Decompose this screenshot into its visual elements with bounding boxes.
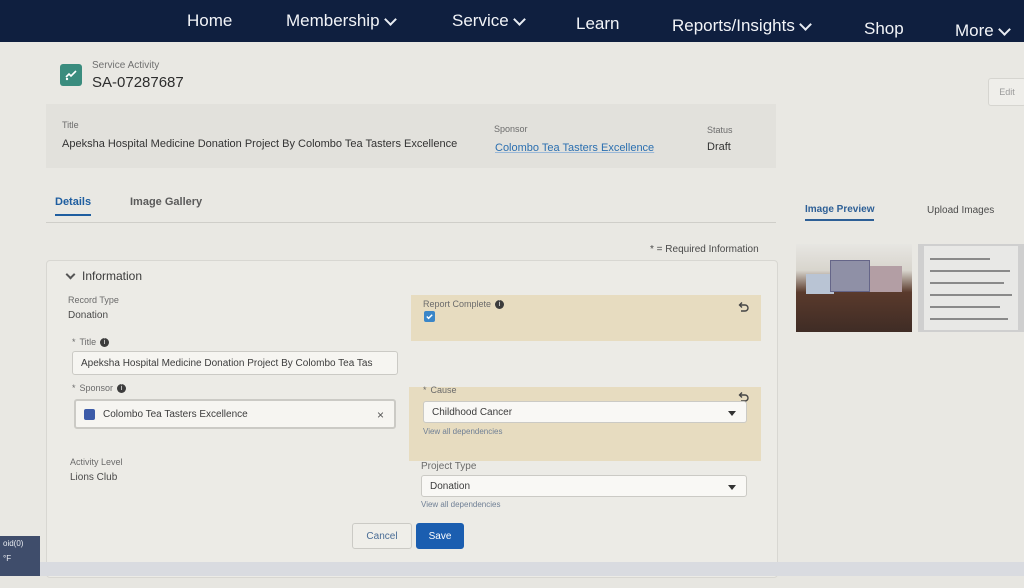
title-field-label: * Title i (72, 337, 110, 347)
sponsor-field-text: Sponsor (79, 383, 114, 393)
nav-item-more[interactable]: More (955, 21, 1011, 41)
information-section: Information Record Type Donation Report … (46, 260, 778, 578)
project-type-view-dependencies-link[interactable]: View all dependencies (421, 500, 500, 509)
service-activity-icon (60, 64, 82, 86)
cancel-button[interactable]: Cancel (352, 523, 412, 549)
nav-label: More (955, 21, 994, 40)
record-type-label: Service Activity (92, 60, 160, 71)
top-nav: Home Membership Service Learn Reports/In… (0, 0, 1024, 42)
nav-label: Shop (864, 19, 904, 38)
account-icon (84, 408, 95, 420)
cause-edited-bg (409, 387, 761, 461)
project-type-label: Project Type (421, 461, 477, 472)
record-id: SA-07287687 (92, 74, 184, 91)
record-page: Service Activity SA-07287687 Edit Title … (0, 42, 1024, 578)
title-input[interactable]: Apeksha Hospital Medicine Donation Proje… (72, 351, 398, 375)
sponsor-link[interactable]: Colombo Tea Tasters Excellence (495, 142, 654, 154)
highlights-panel: Title Apeksha Hospital Medicine Donation… (46, 104, 776, 168)
status-label: Status (707, 125, 733, 135)
product-box (830, 260, 870, 292)
report-complete-checkbox[interactable] (424, 311, 435, 322)
required-star: * (423, 385, 427, 395)
section-title: Information (82, 269, 143, 283)
required-star: * (72, 383, 76, 393)
chevron-down-icon (65, 269, 76, 279)
cause-field-text: Cause (430, 385, 457, 395)
document-line (930, 270, 1010, 272)
document-line (930, 258, 990, 260)
nav-item-reports[interactable]: Reports/Insights (672, 16, 812, 36)
tab-details[interactable]: Details (55, 196, 92, 216)
nav-label: Reports/Insights (672, 16, 795, 35)
tab-image-preview[interactable]: Image Preview (805, 204, 875, 221)
cause-field-label: * Cause (423, 385, 457, 395)
image-panel: Image Preview Upload Images (796, 188, 1024, 588)
record-header: Service Activity SA-07287687 (46, 52, 1024, 96)
caret-down-icon (728, 485, 736, 490)
report-complete-text: Report Complete (423, 299, 492, 309)
document-line (930, 294, 1012, 296)
activity-level-value: Lions Club (70, 472, 118, 483)
taskbar (40, 562, 1024, 576)
nav-item-service[interactable]: Service (452, 11, 526, 31)
sponsor-lookup-input[interactable]: Colombo Tea Tasters Excellence × (74, 399, 396, 429)
checkmark-icon (426, 314, 433, 320)
required-star: * (72, 337, 76, 347)
chevron-down-icon (997, 22, 1011, 36)
caret-down-icon (728, 411, 736, 416)
required-info-note: * = Required Information (650, 244, 759, 255)
nav-item-membership[interactable]: Membership (286, 11, 397, 31)
title-value: Apeksha Hospital Medicine Donation Proje… (62, 138, 458, 150)
nav-item-learn[interactable]: Learn (576, 14, 619, 34)
document-line (930, 318, 1008, 320)
nav-label: Service (452, 11, 509, 30)
image-thumbnail[interactable] (796, 244, 912, 332)
save-button[interactable]: Save (416, 523, 464, 549)
record-tabs: Details Image Gallery (46, 188, 776, 223)
document-line (930, 306, 1000, 308)
cause-select-value: Childhood Cancer (432, 406, 513, 418)
sponsor-field-label: * Sponsor i (72, 383, 127, 393)
image-thumbnail[interactable] (918, 244, 1024, 332)
nav-item-home[interactable]: Home (187, 11, 232, 31)
title-label: Title (62, 120, 79, 130)
taskbar-widget-bottom: °F (3, 554, 12, 563)
tab-image-gallery[interactable]: Image Gallery (130, 196, 202, 208)
sponsor-input-text: Colombo Tea Tasters Excellence (103, 408, 248, 420)
status-value: Draft (707, 141, 731, 153)
activity-level-label: Activity Level (70, 457, 123, 467)
info-icon[interactable]: i (117, 383, 127, 393)
section-toggle[interactable]: Information (65, 269, 143, 283)
report-complete-label: Report Complete i (423, 299, 505, 309)
nav-label: Home (187, 11, 233, 30)
project-type-select[interactable]: Donation (421, 475, 747, 497)
info-icon[interactable]: i (100, 337, 110, 347)
edit-button[interactable]: Edit (988, 78, 1024, 106)
nav-label: Learn (576, 14, 620, 33)
chevron-down-icon (798, 17, 812, 31)
project-type-select-value: Donation (430, 480, 471, 492)
undo-icon[interactable] (737, 301, 749, 313)
chevron-down-icon (383, 12, 397, 26)
chevron-down-icon (512, 12, 526, 26)
nav-item-shop[interactable]: Shop (864, 19, 904, 39)
taskbar-widget-top: oid(0) (3, 539, 24, 548)
record-type-field-value: Donation (68, 310, 109, 321)
cause-select[interactable]: Childhood Cancer (423, 401, 747, 423)
title-field-text: Title (79, 337, 97, 347)
cause-view-dependencies-link[interactable]: View all dependencies (423, 427, 502, 436)
tab-upload-images[interactable]: Upload Images (927, 205, 994, 216)
record-type-field-label: Record Type (68, 295, 119, 305)
clear-icon[interactable]: × (377, 408, 384, 422)
product-box (870, 266, 902, 292)
nav-label: Membership (286, 11, 380, 30)
info-icon[interactable]: i (495, 299, 505, 309)
sponsor-label: Sponsor (494, 124, 528, 134)
taskbar-widget[interactable]: oid(0) °F (0, 536, 40, 576)
document-line (930, 282, 1004, 284)
